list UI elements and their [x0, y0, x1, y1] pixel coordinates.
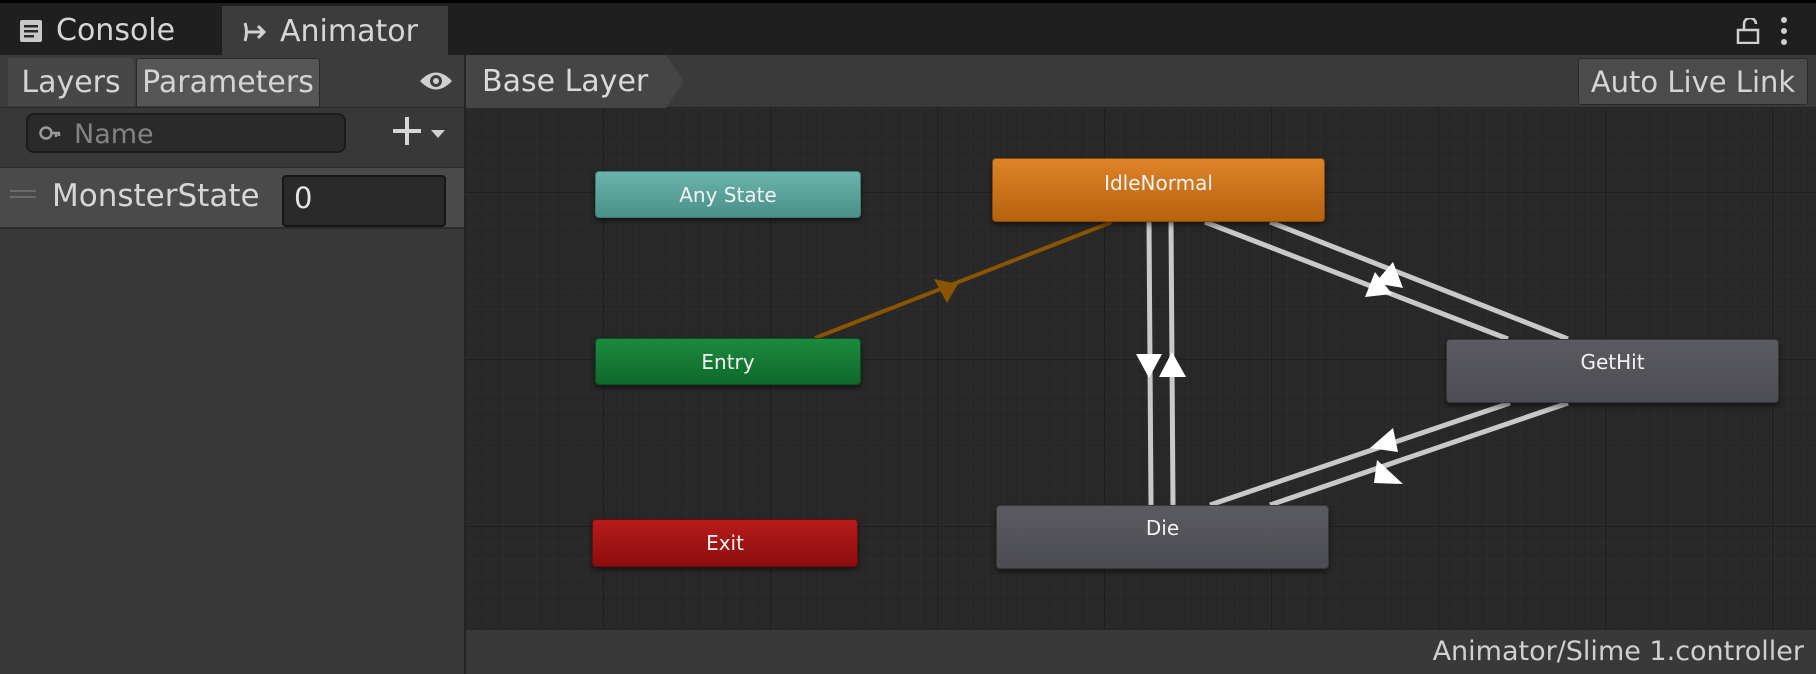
transition-gethit-to-die[interactable] [1269, 400, 1569, 508]
state-die[interactable]: Die [996, 505, 1329, 569]
state-idle-normal[interactable]: IdleNormal [992, 158, 1325, 222]
transition-entry-to-idle[interactable] [814, 220, 1113, 340]
transition-idle-to-gethit[interactable] [1204, 219, 1509, 342]
transition-arrow [1370, 428, 1398, 452]
auto-live-link-button[interactable]: Auto Live Link [1578, 58, 1808, 105]
state-entry[interactable]: Entry [595, 338, 861, 385]
transition-gethit-to-idle[interactable] [1269, 219, 1569, 342]
controller-path: Animator/Slime 1.controller [1432, 636, 1804, 667]
state-get-hit[interactable]: GetHit [1446, 339, 1779, 403]
state-any-state[interactable]: Any State [595, 171, 861, 218]
transition-arrow [1136, 354, 1162, 378]
graph-toolbar: Base Layer Auto Live Link [466, 55, 1816, 108]
state-exit[interactable]: Exit [592, 519, 858, 567]
status-bar: Animator/Slime 1.controller [466, 629, 1816, 674]
transition-die-to-gethit[interactable] [1209, 400, 1511, 508]
breadcrumb-base-layer[interactable]: Base Layer [466, 55, 684, 108]
transition-arrow [1159, 352, 1186, 377]
